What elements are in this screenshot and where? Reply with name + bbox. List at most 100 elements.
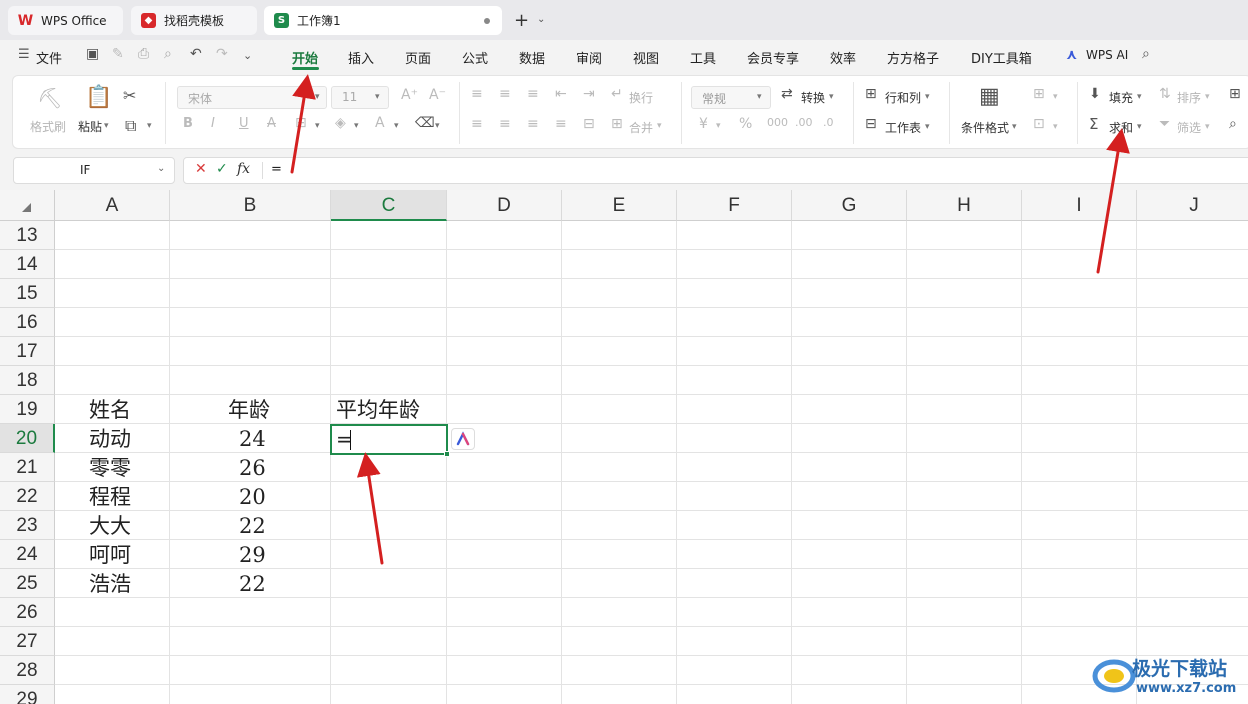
row-header-13[interactable]: 13 — [0, 221, 55, 250]
underline-icon[interactable]: U — [239, 116, 249, 131]
copy-dropdown-icon[interactable]: ▾ — [147, 121, 152, 131]
tab-workbook[interactable]: S 工作簿1 — [264, 6, 502, 35]
unsaved-dot-icon[interactable] — [484, 18, 490, 24]
sort-dropdown-icon[interactable]: ▾ — [1205, 92, 1210, 102]
spreadsheet-grid[interactable]: A B C D E F G H I J 13 14 15 16 17 18 19… — [0, 190, 1248, 704]
menu-efficiency[interactable]: 效率 — [830, 48, 856, 67]
formula-value[interactable]: = — [271, 162, 282, 177]
border-dropdown-icon[interactable]: ▾ — [315, 121, 320, 131]
hamburger-icon[interactable]: ☰ — [18, 47, 30, 62]
row-header-16[interactable]: 16 — [0, 308, 55, 337]
select-all-corner[interactable] — [0, 190, 55, 221]
cell-a21[interactable]: 零零 — [89, 454, 131, 483]
convert-dropdown-icon[interactable]: ▾ — [829, 92, 834, 102]
currency-dropdown-icon[interactable]: ▾ — [716, 121, 721, 131]
row-header-25[interactable]: 25 — [0, 569, 55, 598]
cancel-formula-icon[interactable]: ✕ — [195, 161, 207, 177]
number-format-dropdown-icon[interactable]: ▾ — [757, 92, 762, 102]
cell-b22[interactable]: 20 — [239, 483, 266, 512]
pin-icon[interactable]: ✎ — [112, 46, 124, 62]
cut-icon[interactable]: ✂ — [123, 86, 136, 105]
menu-file[interactable]: 文件 — [36, 48, 62, 67]
justify-icon[interactable]: ≡ — [555, 116, 567, 132]
row-header-26[interactable]: 26 — [0, 598, 55, 627]
align-top-icon[interactable]: ≡ — [471, 86, 483, 102]
decrease-decimal-icon[interactable]: .0 — [823, 116, 834, 129]
bold-icon[interactable]: B — [183, 116, 193, 131]
row-header-29[interactable]: 29 — [0, 685, 55, 704]
merge-dropdown-icon[interactable]: ▾ — [657, 121, 662, 131]
decrease-font-icon[interactable]: A⁻ — [429, 87, 446, 103]
column-header-d[interactable]: D — [447, 190, 562, 221]
row-header-22[interactable]: 22 — [0, 482, 55, 511]
increase-font-icon[interactable]: A⁺ — [401, 87, 418, 103]
convert-button[interactable]: 转换 — [801, 89, 825, 106]
row-header-20[interactable]: 20 — [0, 424, 55, 453]
filter-dropdown-icon[interactable]: ▾ — [1205, 122, 1210, 132]
cell-b23[interactable]: 22 — [239, 512, 266, 541]
sum-icon[interactable]: Σ — [1089, 115, 1098, 133]
increase-decimal-icon[interactable]: .00 — [795, 116, 813, 129]
font-size-select[interactable]: 11 — [331, 86, 389, 109]
row-header-17[interactable]: 17 — [0, 337, 55, 366]
fill-color-icon[interactable]: ◈ — [335, 115, 346, 131]
name-box[interactable]: IF — [13, 157, 175, 184]
cell-a22[interactable]: 程程 — [89, 483, 131, 512]
sum-dropdown-icon[interactable]: ▾ — [1137, 122, 1142, 132]
currency-icon[interactable]: ¥ — [699, 116, 708, 132]
conditional-format-dropdown-icon[interactable]: ▾ — [1012, 122, 1017, 132]
column-header-a[interactable]: A — [55, 190, 170, 221]
font-name-select[interactable]: 宋体 — [177, 86, 327, 109]
cell-b25[interactable]: 22 — [239, 570, 266, 599]
copy-icon[interactable]: ⧉ — [125, 116, 136, 136]
table-style-dropdown-icon[interactable]: ▾ — [1053, 122, 1058, 132]
menu-member[interactable]: 会员专享 — [747, 48, 799, 67]
fill-handle[interactable] — [444, 451, 450, 457]
row-col-icon[interactable]: ⊞ — [865, 86, 877, 102]
sort-button[interactable]: 排序 — [1177, 89, 1201, 106]
eraser-dropdown-icon[interactable]: ▾ — [435, 121, 440, 131]
row-header-21[interactable]: 21 — [0, 453, 55, 482]
wrap-text-icon[interactable]: ↵ — [611, 86, 623, 102]
menu-view[interactable]: 视图 — [633, 48, 659, 67]
menu-home[interactable]: 开始 — [292, 48, 318, 67]
print-preview-icon[interactable]: ⌕ — [164, 46, 172, 62]
menu-insert[interactable]: 插入 — [348, 48, 374, 67]
cell-c19[interactable]: 平均年龄 — [336, 396, 420, 425]
font-name-dropdown-icon[interactable]: ▾ — [315, 92, 320, 102]
menu-data[interactable]: 数据 — [519, 48, 545, 67]
ai-assist-button[interactable] — [451, 428, 475, 450]
paste-icon[interactable]: 📋 — [85, 85, 112, 110]
font-color-icon[interactable]: A — [375, 115, 385, 131]
indent-decrease-icon[interactable]: ⇤ — [555, 86, 567, 102]
menu-tools[interactable]: 工具 — [690, 48, 716, 67]
align-center-icon[interactable]: ≡ — [499, 116, 511, 132]
merge-icon[interactable]: ⊞ — [611, 116, 623, 132]
column-header-i[interactable]: I — [1022, 190, 1137, 221]
insert-function-icon[interactable]: fx — [237, 161, 250, 177]
redo-icon[interactable]: ↷ — [216, 46, 228, 62]
search-icon[interactable]: ⌕ — [1142, 46, 1150, 62]
add-tab-button[interactable]: + — [514, 10, 529, 31]
convert-icon[interactable]: ⇄ — [781, 86, 793, 102]
font-color-dropdown-icon[interactable]: ▾ — [394, 121, 399, 131]
wps-ai-icon[interactable]: ⋏ — [1066, 47, 1077, 63]
menu-page[interactable]: 页面 — [405, 48, 431, 67]
align-left-icon[interactable]: ≡ — [471, 116, 483, 132]
cell-style-icon[interactable]: ⊞ — [1033, 86, 1045, 102]
row-header-23[interactable]: 23 — [0, 511, 55, 540]
row-header-15[interactable]: 15 — [0, 279, 55, 308]
percent-icon[interactable]: % — [739, 116, 752, 132]
cell-a24[interactable]: 呵呵 — [89, 541, 131, 570]
cell-b19[interactable]: 年龄 — [228, 396, 270, 425]
row-header-19[interactable]: 19 — [0, 395, 55, 424]
indent-increase-icon[interactable]: ⇥ — [583, 86, 595, 102]
align-middle-icon[interactable]: ≡ — [499, 86, 511, 102]
row-header-27[interactable]: 27 — [0, 627, 55, 656]
freeze-icon[interactable]: ⊞ — [1229, 86, 1241, 102]
filter-icon[interactable]: ⏷ — [1159, 116, 1170, 132]
menu-review[interactable]: 审阅 — [576, 48, 602, 67]
tab-wps-office[interactable]: W WPS Office — [8, 6, 123, 35]
worksheet-dropdown-icon[interactable]: ▾ — [925, 122, 930, 132]
strikethrough-icon[interactable]: A — [267, 116, 276, 131]
